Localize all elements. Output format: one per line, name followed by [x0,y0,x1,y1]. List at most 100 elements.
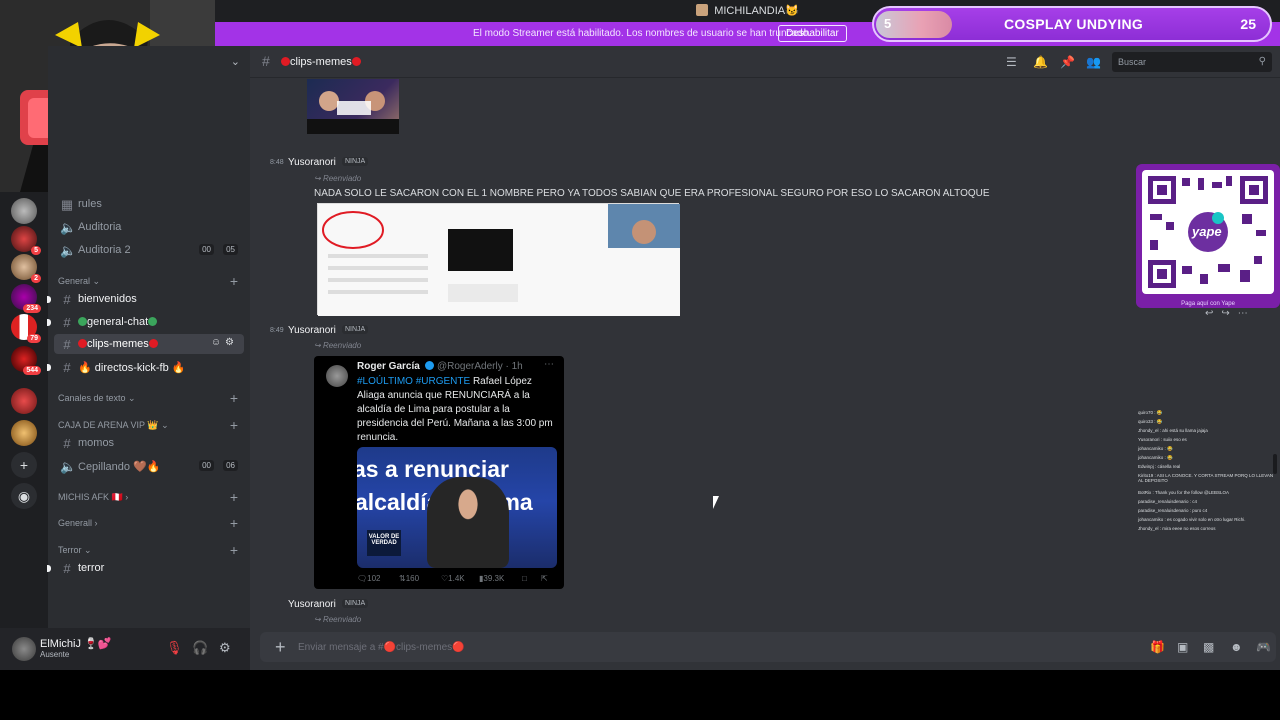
server-red[interactable]: 544 [11,346,41,375]
emoji-icon[interactable]: ☻ [1230,640,1243,654]
server-purple[interactable]: 234 [11,284,41,313]
more-icon[interactable]: ⋯ [544,359,554,370]
green-circle-icon [148,317,158,326]
streamer-mode-text: El modo Streamer está habilitado. Los no… [473,28,811,39]
category-michis[interactable]: MICHIS AFK 🇵🇪 › + [58,489,244,505]
discover-button[interactable]: ◉ [11,483,37,509]
tweet-hashtags[interactable]: #LOÚLTIMO #URGENTE [357,376,470,387]
message-author[interactable]: Yusoranori [288,325,336,336]
channel-rules[interactable]: ▦ rules [54,194,244,214]
category-terror[interactable]: Terror ⌄ + [58,542,244,558]
category-general[interactable]: General ⌄ + [58,273,244,289]
add-server-button[interactable]: + [11,452,37,478]
add-channel-icon[interactable]: + [230,417,238,433]
channel-momos[interactable]: # momos [54,433,244,453]
headphones-muted-icon[interactable]: 🎧 [192,640,208,656]
mouse-cursor [713,496,723,509]
avatar [326,365,348,387]
message-author[interactable]: Yusoranori [288,157,336,168]
search-icon: ⚲ [1258,56,1266,67]
server-michilandia[interactable] [11,198,37,224]
forward-icon[interactable]: ↪ [1221,308,1237,319]
add-channel-icon[interactable]: + [230,273,238,289]
reply-stat[interactable]: 🗨 102 [357,574,381,583]
overlay-left-number: 5 [884,16,892,31]
channel-general-chat[interactable]: # general-chat [47,312,244,332]
overlay-right-number: 25 [1240,16,1256,32]
image-logo: VALOR DE VERDAD [367,530,401,556]
channel-bienvenidos[interactable]: # bienvenidos [47,289,244,309]
add-channel-icon[interactable]: + [230,542,238,558]
chat-line: Yusoranori : suiix eso es [1138,437,1187,442]
gear-icon[interactable]: ⚙ [225,337,238,348]
channel-clips-memes[interactable]: # clips-memes ☺⚙ [54,334,244,354]
plus-icon[interactable]: + [275,637,286,658]
tweet-embed[interactable]: Roger García @RogerAderly · 1h ⋯ #LOÚLTI… [314,356,564,589]
username[interactable]: ElMichiJ 🍷💕 [40,637,111,650]
role-tag: NINJA [342,325,369,334]
apps-icon[interactable]: 🎮 [1256,640,1271,654]
tweet-image[interactable]: as a renunciar alcaldía de Lima VALOR DE… [357,447,557,568]
search-input[interactable]: Buscar ⚲ [1112,52,1272,72]
yape-qr-overlay: yape Paga aquí con Yape [1136,164,1280,308]
server-avatar[interactable]: 2 [11,254,41,283]
chat-line: Jhondy_el : mira eeee no esos correos [1138,526,1216,531]
letterbox-bar [0,670,1280,720]
views-stat: ▮ 39.3K [479,574,505,583]
retweet-stat[interactable]: ⇅ 160 [399,574,419,583]
gift-icon[interactable]: 🎁 [1150,640,1165,654]
message-image-meme[interactable] [317,203,680,316]
channel-label: clips-memes [87,338,149,350]
channel-directos[interactable]: # 🔥 directos-kick-fb 🔥 [47,357,244,377]
disable-streamer-button[interactable]: Deshabilitar [778,25,847,42]
bookmark-icon[interactable]: □ [522,574,527,583]
more-icon[interactable]: ⋯ [1238,308,1256,319]
meme-screenshot [318,204,680,316]
mic-muted-icon[interactable]: 🎙 [166,640,183,656]
channel-sidebar: ⌄ ▦ rules 🔈 Auditoria 🔈 Auditoria 2 00 0… [47,46,250,628]
reply-icon[interactable]: ↩ [1205,308,1221,319]
server-red-orb[interactable] [11,388,37,414]
category-label: MICHIS AFK 🇵🇪 [58,492,123,502]
sticker-icon[interactable]: ▩ [1203,640,1214,654]
chat-line: Edwinpj : cásella real [1138,464,1181,469]
channel-cepillando[interactable]: 🔈 Cepillando 🤎🔥 00 06 [54,456,244,476]
pin-icon[interactable]: 📌 [1060,55,1075,69]
channel-label: Auditoria [78,221,122,233]
message-image-stake[interactable] [307,79,399,134]
book-icon: ▦ [60,197,74,212]
add-channel-icon[interactable]: + [230,489,238,505]
invite-icon[interactable]: ☺ [211,337,225,348]
channel-auditoria-2[interactable]: 🔈 Auditoria 2 00 05 [54,240,244,260]
channel-label-wrap: clips-memes [78,338,158,350]
message-author[interactable]: Yusoranori [288,599,336,610]
threads-icon[interactable]: ☰ [1006,55,1017,69]
share-icon[interactable]: ⇱ [541,574,548,583]
channel-auditoria[interactable]: 🔈 Auditoria [54,217,244,237]
message-text: NADA SOLO LE SACARON CON EL 1 NOMBRE PER… [314,188,990,199]
tweet-author: Roger García [357,361,420,372]
chat-line: Kirito19 : ASI LA CONOCE. Y CORTA STREAM… [1138,473,1274,483]
tweet-text: #LOÚLTIMO #URGENTE Rafael López Aliaga a… [357,375,557,445]
category-generall[interactable]: Generall › + [58,515,244,531]
bell-icon[interactable]: 🔔 [1033,55,1048,69]
add-channel-icon[interactable]: + [230,390,238,406]
retweet-count: 160 [405,574,420,583]
server-gold[interactable] [11,420,37,446]
category-caja[interactable]: CAJA DE ARENA VIP 👑 ⌄ + [58,417,244,433]
category-texto[interactable]: Canales de texto ⌄ + [58,390,244,406]
server-streamers[interactable]: 5 [11,226,41,255]
server-peru[interactable]: 79 [11,314,41,343]
gear-icon[interactable]: ⚙ [219,640,231,656]
channel-label: bienvenidos [78,293,137,305]
views-count: 39.3K [483,574,505,583]
channel-terror[interactable]: # terror [47,558,244,578]
add-channel-icon[interactable]: + [230,515,238,531]
gif-icon[interactable]: ▣ [1177,640,1188,654]
server-header[interactable]: ⌄ [48,46,250,78]
message-input[interactable]: + Enviar mensaje a #🔴clips-memes🔴 🎁 ▣ ▩ … [260,632,1276,662]
chat-line: paradise_renaluisdenario : puro c4 [1138,508,1208,513]
avatar[interactable] [12,637,36,661]
like-stat[interactable]: ♡ 1.4K [441,574,465,583]
members-icon[interactable]: 👥 [1086,55,1101,69]
